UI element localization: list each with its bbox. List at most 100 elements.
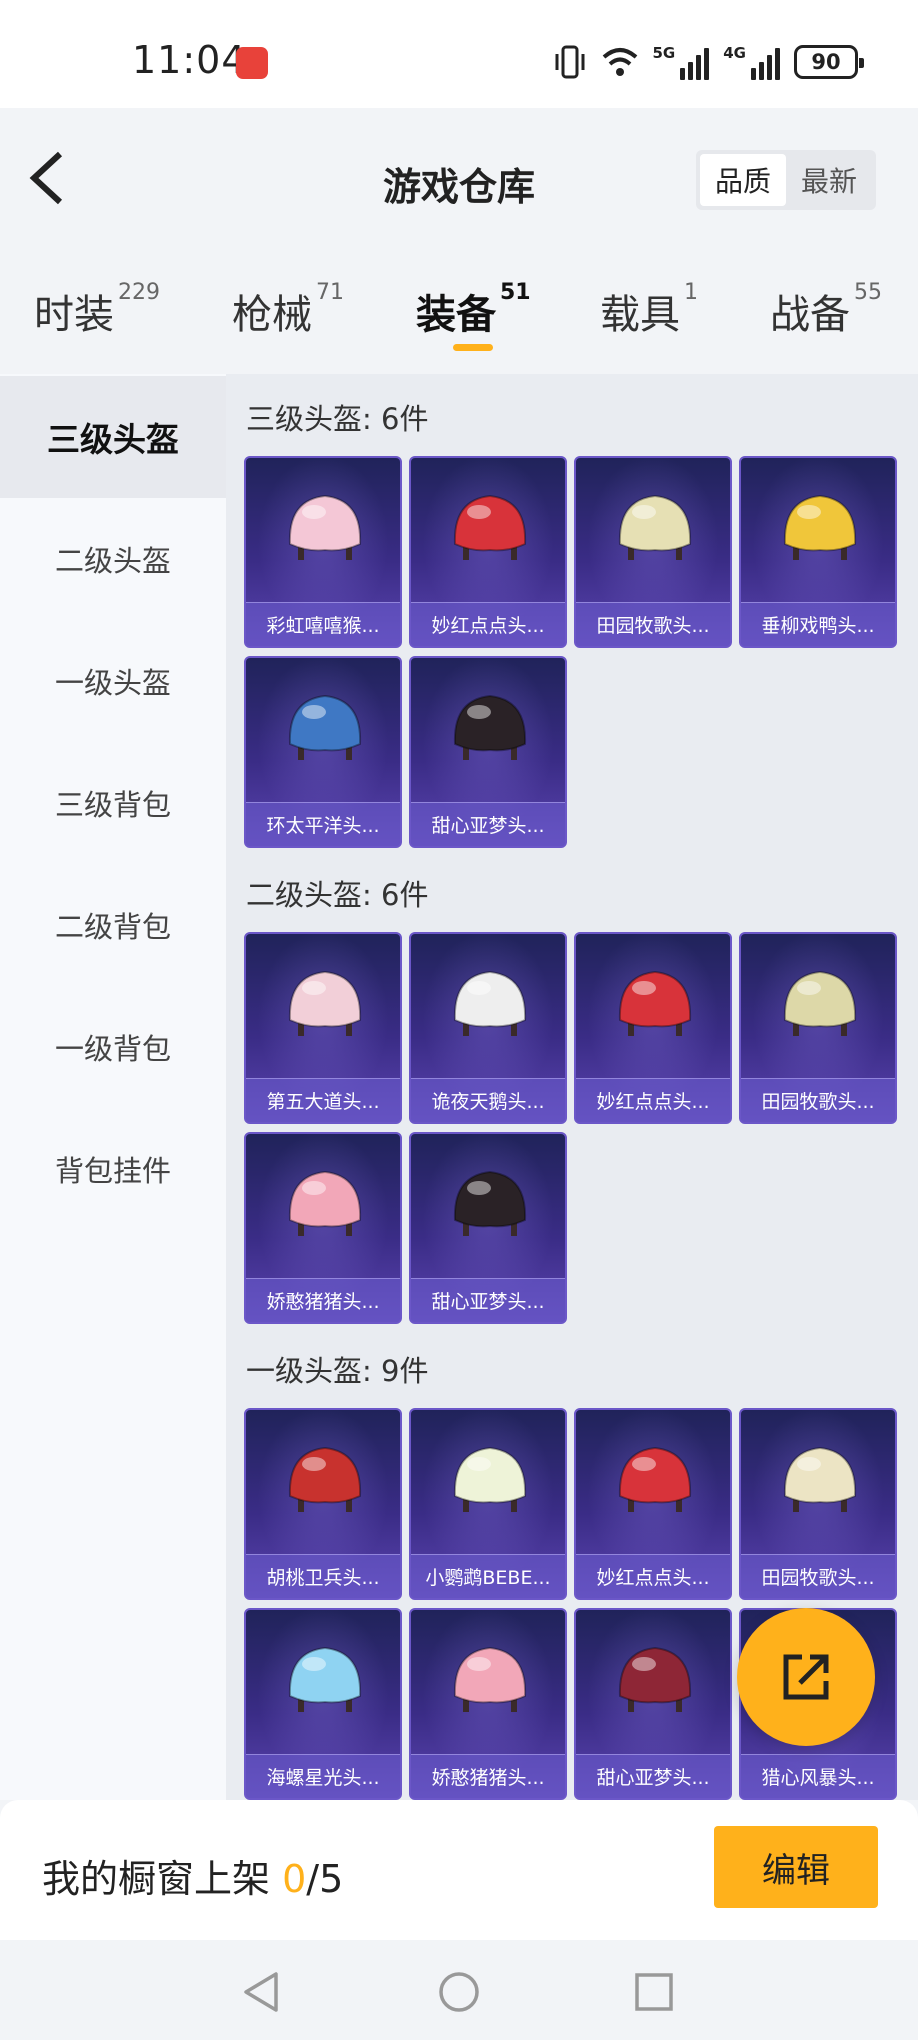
helmet-icon [618, 494, 692, 560]
item-card-name: 彩虹嘻嘻猴... [246, 602, 400, 646]
item-card[interactable]: 田园牧歌头... [739, 1408, 897, 1600]
item-card[interactable]: 田园牧歌头... [739, 932, 897, 1124]
item-card-name: 甜心亚梦头... [411, 802, 565, 846]
helmet-icon [288, 1646, 362, 1712]
item-card[interactable]: 妙红点点头... [409, 456, 567, 648]
tab-equipment[interactable]: 装备 51 [416, 280, 531, 342]
showcase-status: 我的橱窗上架 0/5 [42, 1857, 344, 1901]
item-card[interactable]: 妙红点点头... [574, 932, 732, 1124]
signal-5g-icon: 5G [653, 44, 710, 80]
tab-weapons[interactable]: 枪械 71 [232, 280, 344, 342]
sidebar-item-level1-backpack[interactable]: 一级背包 [0, 986, 226, 1108]
helmet-icon [288, 694, 362, 760]
nav-back-icon[interactable] [238, 1968, 286, 2016]
item-grid-area: 三级头盔: 6件 二级头盔: 6件 一级头盔: 9件 彩虹嘻嘻猴... 妙红点点头… [226, 374, 918, 1800]
helmet-icon [288, 1170, 362, 1236]
item-card-name: 娇憨猪猪头... [246, 1278, 400, 1322]
item-card[interactable]: 胡桃卫兵头... [244, 1408, 402, 1600]
active-tab-indicator [453, 344, 493, 351]
share-button[interactable] [737, 1608, 875, 1746]
tab-vehicles[interactable]: 载具 1 [600, 280, 698, 342]
item-card[interactable]: 小鹦鹉BEBE... [409, 1408, 567, 1600]
item-card[interactable]: 妙红点点头... [574, 1408, 732, 1600]
item-card[interactable]: 诡夜天鹅头... [409, 932, 567, 1124]
sidebar-item-level3-helmet[interactable]: 三级头盔 [0, 376, 226, 498]
sort-option-quality[interactable]: 品质 [700, 154, 786, 206]
sidebar-item-backpack-charm[interactable]: 背包挂件 [0, 1108, 226, 1230]
section-title-level3: 三级头盔: 6件 [246, 402, 429, 436]
item-card-name: 娇憨猪猪头... [411, 1754, 565, 1798]
item-card-name: 甜心亚梦头... [576, 1754, 730, 1798]
item-card[interactable]: 田园牧歌头... [574, 456, 732, 648]
notification-badge-icon [236, 47, 268, 79]
helmet-icon [288, 970, 362, 1036]
battery-icon: 90 [794, 45, 864, 79]
item-card-name: 妙红点点头... [411, 602, 565, 646]
sidebar-item-level1-helmet[interactable]: 一级头盔 [0, 620, 226, 742]
item-card-name: 田园牧歌头... [741, 1078, 895, 1122]
item-card[interactable]: 环太平洋头... [244, 656, 402, 848]
item-card-name: 田园牧歌头... [576, 602, 730, 646]
item-card[interactable]: 垂柳戏鸭头... [739, 456, 897, 648]
item-card-name: 妙红点点头... [576, 1078, 730, 1122]
item-card[interactable]: 彩虹嘻嘻猴... [244, 456, 402, 648]
item-card-name: 垂柳戏鸭头... [741, 602, 895, 646]
helmet-icon [453, 970, 527, 1036]
showcase-bar: 我的橱窗上架 0/5 编辑 [0, 1800, 918, 1940]
edit-button[interactable]: 编辑 [714, 1826, 878, 1908]
helmet-icon [288, 1446, 362, 1512]
sort-toggle: 品质 最新 [696, 150, 876, 210]
signal-4g-icon: 4G [723, 44, 780, 80]
item-card[interactable]: 娇憨猪猪头... [244, 1132, 402, 1324]
sidebar: 三级头盔 二级头盔 一级头盔 三级背包 二级背包 一级背包 背包挂件 [0, 374, 226, 1800]
item-card-name: 妙红点点头... [576, 1554, 730, 1598]
sidebar-item-level2-backpack[interactable]: 二级背包 [0, 864, 226, 986]
sort-option-newest[interactable]: 最新 [786, 154, 872, 206]
nav-home-icon[interactable] [435, 1968, 483, 2016]
item-card[interactable]: 甜心亚梦头... [409, 656, 567, 848]
item-card[interactable]: 娇憨猪猪头... [409, 1608, 567, 1800]
status-icons: 5G 4G 90 [553, 42, 864, 82]
helmet-icon [453, 1446, 527, 1512]
helmet-icon [453, 1170, 527, 1236]
item-card[interactable]: 海螺星光头... [244, 1608, 402, 1800]
nav-recents-icon[interactable] [630, 1968, 678, 2016]
item-card[interactable]: 第五大道头... [244, 932, 402, 1124]
item-card-name: 胡桃卫兵头... [246, 1554, 400, 1598]
helmet-icon [783, 970, 857, 1036]
sidebar-item-level2-helmet[interactable]: 二级头盔 [0, 498, 226, 620]
tab-supplies[interactable]: 战备 55 [770, 280, 882, 342]
item-card[interactable]: 甜心亚梦头... [574, 1608, 732, 1800]
helmet-icon [618, 1646, 692, 1712]
item-card-name: 环太平洋头... [246, 802, 400, 846]
item-card-name: 诡夜天鹅头... [411, 1078, 565, 1122]
item-card-name: 第五大道头... [246, 1078, 400, 1122]
helmet-icon [453, 694, 527, 760]
tab-fashion[interactable]: 时装 229 [34, 280, 160, 342]
wifi-icon [602, 48, 637, 76]
item-card-name: 海螺星光头... [246, 1754, 400, 1798]
helmet-icon [618, 1446, 692, 1512]
app-header: 游戏仓库 品质 最新 [0, 108, 918, 248]
showcase-count: 0 [282, 1857, 307, 1901]
clock: 11:04 [132, 38, 247, 82]
section-title-level1: 一级头盔: 9件 [246, 1354, 429, 1388]
system-nav-bar [0, 1940, 918, 2040]
share-icon [783, 1654, 829, 1700]
item-card-name: 猎心风暴头... [741, 1754, 895, 1798]
vibrate-icon [555, 45, 584, 79]
category-tabs: 时装 229 枪械 71 装备 51 载具 1 战备 55 [0, 248, 918, 374]
helmet-icon [453, 1646, 527, 1712]
sidebar-item-level3-backpack[interactable]: 三级背包 [0, 742, 226, 864]
helmet-icon [453, 494, 527, 560]
item-card[interactable]: 甜心亚梦头... [409, 1132, 567, 1324]
status-bar: 11:04 5G 4G 90 [0, 0, 918, 108]
helmet-icon [783, 494, 857, 560]
item-card-name: 甜心亚梦头... [411, 1278, 565, 1322]
item-card-name: 田园牧歌头... [741, 1554, 895, 1598]
helmet-icon [618, 970, 692, 1036]
item-card-name: 小鹦鹉BEBE... [411, 1554, 565, 1598]
helmet-icon [783, 1446, 857, 1512]
section-title-level2: 二级头盔: 6件 [246, 878, 429, 912]
helmet-icon [288, 494, 362, 560]
